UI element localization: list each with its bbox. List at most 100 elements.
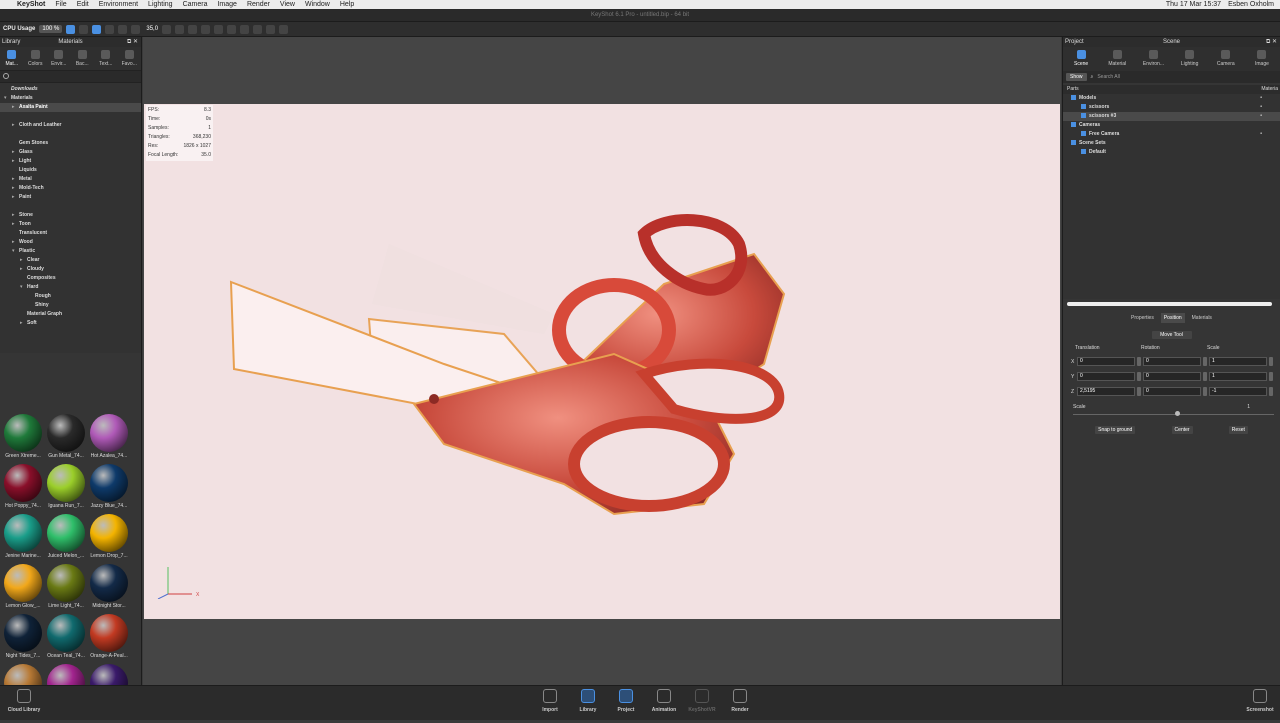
material-icon[interactable] xyxy=(240,24,250,34)
animation-button[interactable]: Animation xyxy=(644,689,684,713)
lock-icon[interactable] xyxy=(188,24,198,34)
library-tree-item[interactable]: ▸ Axalta Paint xyxy=(0,103,141,112)
focal-length-value[interactable]: 35,0 xyxy=(146,26,158,32)
stepper-icon[interactable] xyxy=(1137,387,1141,396)
library-tree-item[interactable] xyxy=(0,130,141,139)
stepper-icon[interactable] xyxy=(1203,387,1207,396)
rotation-field[interactable]: 0 xyxy=(1143,357,1201,366)
scene-tree-item[interactable]: scissors • xyxy=(1063,103,1280,112)
material-thumbnail[interactable]: Lime Light_74... xyxy=(45,564,87,614)
library-tree-item[interactable]: ▸ Soft xyxy=(0,319,141,328)
scene-tree-item[interactable]: scissors #3 • xyxy=(1063,112,1280,121)
expand-icon[interactable] xyxy=(266,24,276,34)
expand-arrow-icon[interactable]: ▸ xyxy=(12,103,19,112)
library-button[interactable]: Library xyxy=(568,689,608,713)
visibility-checkbox[interactable] xyxy=(1071,122,1076,128)
library-tree-item[interactable]: Translucent xyxy=(0,229,141,238)
stepper-icon[interactable] xyxy=(1137,372,1141,381)
tab-scene[interactable]: Scene xyxy=(1063,47,1099,71)
material-thumbnail[interactable]: Midnight Stor... xyxy=(88,564,130,614)
stepper-icon[interactable] xyxy=(1137,357,1141,366)
library-tree-item[interactable]: ▸ Light xyxy=(0,157,141,166)
stepper-icon[interactable] xyxy=(1203,357,1207,366)
visibility-checkbox[interactable] xyxy=(1071,95,1076,101)
tab-environments[interactable]: Envir... xyxy=(47,47,71,70)
expand-arrow-icon[interactable]: ▸ xyxy=(12,184,19,193)
render-view[interactable]: FPS: 8.3 Time: 0s Samples: 1 Triangles: 368,230… xyxy=(144,104,1060,619)
material-thumbnail[interactable]: Hot Azalea_74... xyxy=(88,414,130,464)
fit-view-icon[interactable] xyxy=(105,24,115,34)
material-thumbnail[interactable]: Juiced Melon_... xyxy=(45,514,87,564)
scene-tree-scrollbar[interactable] xyxy=(1067,302,1272,306)
material-thumbnail[interactable]: Gun Metal_74... xyxy=(45,414,87,464)
panel-controls-icon[interactable]: ⧉ ✕ xyxy=(127,37,138,47)
material-thumbnail[interactable]: Orange-A-Peal... xyxy=(88,614,130,664)
library-tree-item[interactable]: ▾ Materials xyxy=(0,94,141,103)
rotation-field[interactable]: 0 xyxy=(1143,387,1201,396)
menu-render[interactable]: Render xyxy=(242,0,275,9)
material-thumbnail[interactable]: Iguana Run_7... xyxy=(45,464,87,514)
expand-arrow-icon[interactable]: ▸ xyxy=(12,238,19,247)
expand-arrow-icon[interactable]: ▸ xyxy=(12,157,19,166)
stepper-icon[interactable] xyxy=(1203,372,1207,381)
library-tree-item[interactable]: ▸ Clear xyxy=(0,256,141,265)
visibility-checkbox[interactable] xyxy=(1081,113,1086,119)
keyshotvr-button[interactable]: KeyShotVR xyxy=(682,689,722,713)
tab-colors[interactable]: Colors xyxy=(24,47,48,70)
tab-lighting[interactable]: Lighting xyxy=(1172,47,1208,71)
library-tree-item[interactable]: ▸ Cloth and Leather xyxy=(0,121,141,130)
scene-tree-item[interactable]: Default xyxy=(1063,148,1280,157)
expand-arrow-icon[interactable]: ▾ xyxy=(12,247,19,256)
performance-mode-icon[interactable] xyxy=(79,24,89,34)
import-button[interactable]: Import xyxy=(530,689,570,713)
region-icon[interactable] xyxy=(175,24,185,34)
tab-image[interactable]: Image xyxy=(1244,47,1280,71)
tab-position[interactable]: Position xyxy=(1160,313,1185,323)
expand-arrow-icon[interactable]: ▸ xyxy=(20,256,27,265)
expand-arrow-icon[interactable]: ▸ xyxy=(12,211,19,220)
real-time-viewport[interactable]: FPS: 8.3 Time: 0s Samples: 1 Triangles: 368,230… xyxy=(143,37,1061,685)
tab-materials[interactable]: Materials xyxy=(1189,313,1215,323)
library-tree-item[interactable]: Composites xyxy=(0,274,141,283)
tab-materials[interactable]: Mat... xyxy=(0,47,24,70)
stepper-icon[interactable] xyxy=(1269,372,1273,381)
scene-tree-item[interactable]: Models • xyxy=(1063,94,1280,103)
library-search-input[interactable] xyxy=(0,71,141,83)
material-thumbnail[interactable]: Hot Poppy_74... xyxy=(2,464,44,514)
tab-textures[interactable]: Text... xyxy=(94,47,118,70)
menu-window[interactable]: Window xyxy=(300,0,335,9)
library-tree-item[interactable]: ▸ Paint xyxy=(0,193,141,202)
geometry-icon[interactable] xyxy=(201,24,211,34)
expand-arrow-icon[interactable]: ▸ xyxy=(20,265,27,274)
visibility-checkbox[interactable] xyxy=(1081,104,1086,110)
expand-arrow-icon[interactable]: ▾ xyxy=(4,94,11,103)
show-button[interactable]: Show xyxy=(1066,73,1087,81)
cpu-usage-dropdown[interactable]: 100 % xyxy=(39,25,63,33)
menu-image[interactable]: Image xyxy=(212,0,241,9)
cloud-library-button[interactable]: Cloud Library xyxy=(4,689,44,713)
translation-field[interactable]: 2,5195 xyxy=(1077,387,1135,396)
visibility-checkbox[interactable] xyxy=(1071,140,1076,146)
fullscreen-icon[interactable] xyxy=(279,24,289,34)
stepper-icon[interactable] xyxy=(1269,387,1273,396)
library-tree-item[interactable]: ▸ Mold-Tech xyxy=(0,184,141,193)
library-tree-item[interactable]: ▸ Glass xyxy=(0,148,141,157)
tab-backplates[interactable]: Bac... xyxy=(71,47,95,70)
render-button[interactable]: Render xyxy=(720,689,760,713)
translation-field[interactable]: 0 xyxy=(1077,357,1135,366)
clock[interactable]: Thu 17 Mar 15:37 xyxy=(1166,0,1221,9)
library-tree-item[interactable]: Rough xyxy=(0,292,141,301)
user-name[interactable]: Esben Oxholm xyxy=(1228,0,1274,9)
material-thumbnail[interactable]: Lemon Glow_... xyxy=(2,564,44,614)
material-thumbnail[interactable]: Jenine Marine... xyxy=(2,514,44,564)
expand-arrow-icon[interactable]: ▸ xyxy=(12,148,19,157)
menu-lighting[interactable]: Lighting xyxy=(143,0,178,9)
expand-arrow-icon[interactable]: ▸ xyxy=(12,121,19,130)
tab-properties[interactable]: Properties xyxy=(1128,313,1157,323)
material-thumbnail[interactable]: Night Tides_7... xyxy=(2,614,44,664)
app-menu[interactable]: KeyShot xyxy=(12,0,50,9)
library-tree-item[interactable]: ▾ Hard xyxy=(0,283,141,292)
menu-help[interactable]: Help xyxy=(335,0,359,9)
scale-field[interactable]: 1 xyxy=(1209,357,1267,366)
grid-icon[interactable] xyxy=(118,24,128,34)
